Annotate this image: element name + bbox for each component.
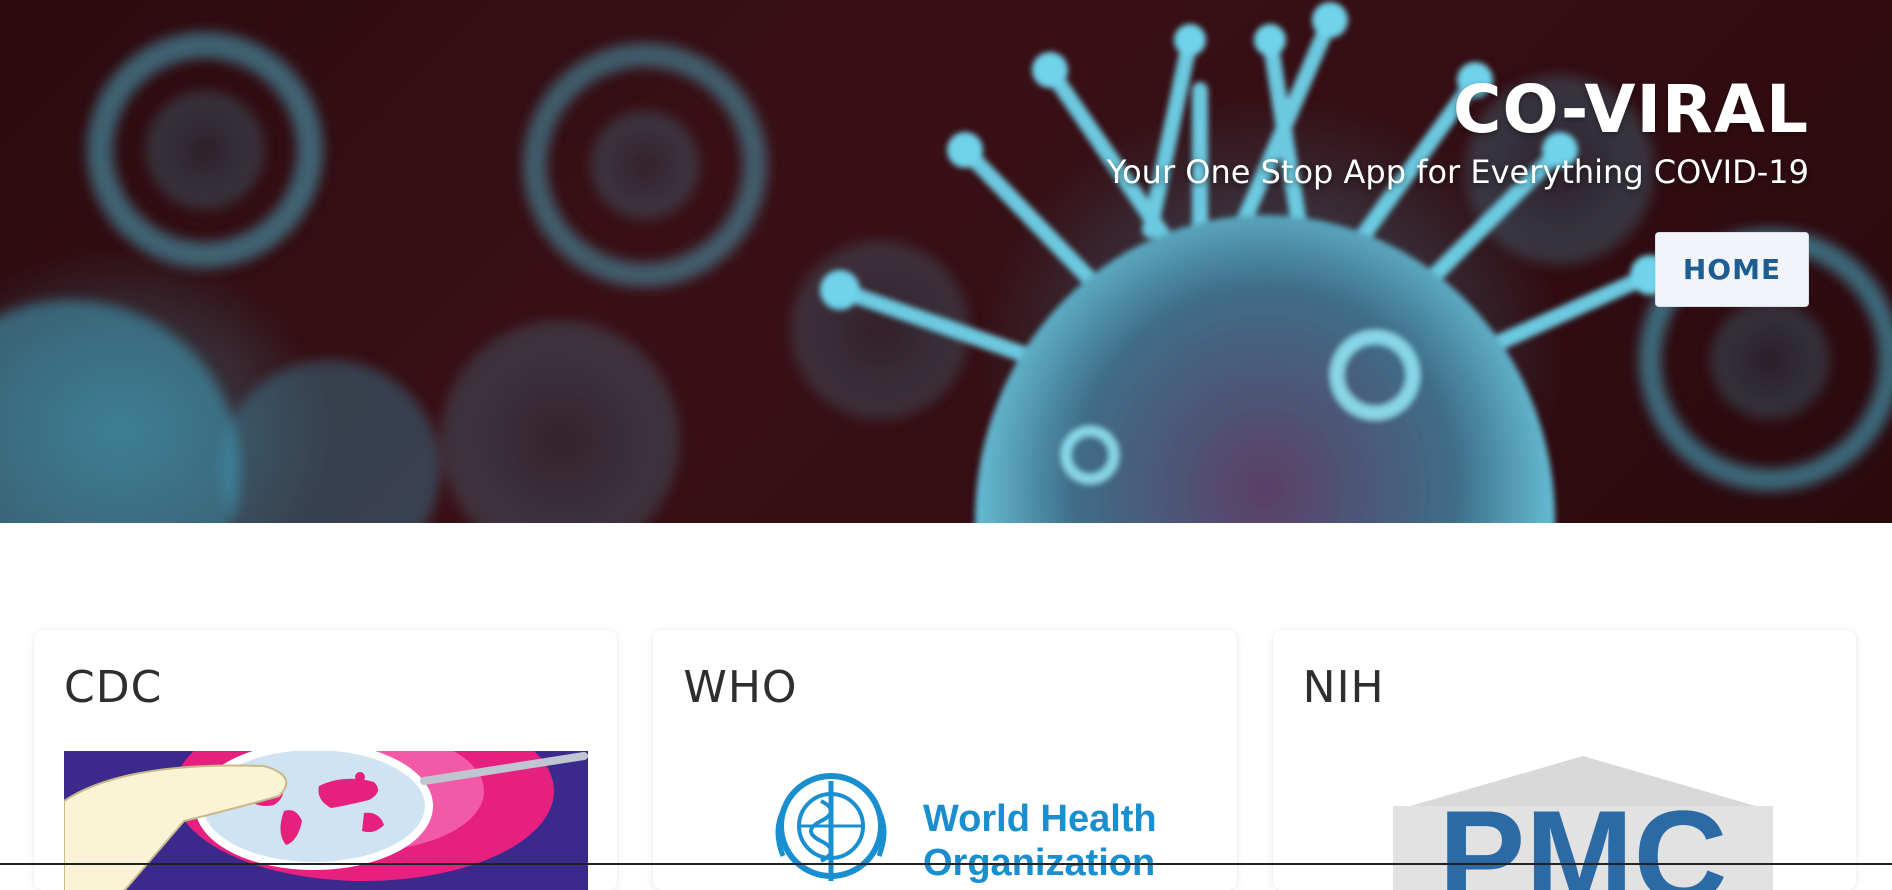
card-cdc[interactable]: CDC (34, 630, 618, 890)
app-subtitle: Your One Stop App for Everything COVID-1… (1106, 153, 1809, 191)
card-nih[interactable]: NIH PMC (1272, 630, 1856, 890)
pmc-logo-text: PMC (1438, 783, 1727, 890)
card-title: NIH (1302, 662, 1385, 713)
app-title: CO-VIRAL (1453, 71, 1809, 148)
card-title: WHO (683, 662, 798, 713)
who-logo-text-1: World Health (923, 798, 1157, 840)
source-cards: CDC WHO World Health Organization NIH PM… (34, 630, 1856, 890)
who-logo[interactable]: World Health Organization (683, 751, 1207, 890)
card-title: CDC (64, 662, 163, 713)
hero-banner: CO-VIRAL Your One Stop App for Everythin… (0, 0, 1892, 523)
petri-dish-world-map-image[interactable] (64, 751, 588, 890)
home-button[interactable]: HOME (1655, 232, 1809, 307)
hero-text: CO-VIRAL Your One Stop App for Everythin… (1107, 70, 1809, 194)
card-who[interactable]: WHO World Health Organization (653, 630, 1237, 890)
pmc-logo[interactable]: PMC (1303, 751, 1827, 890)
